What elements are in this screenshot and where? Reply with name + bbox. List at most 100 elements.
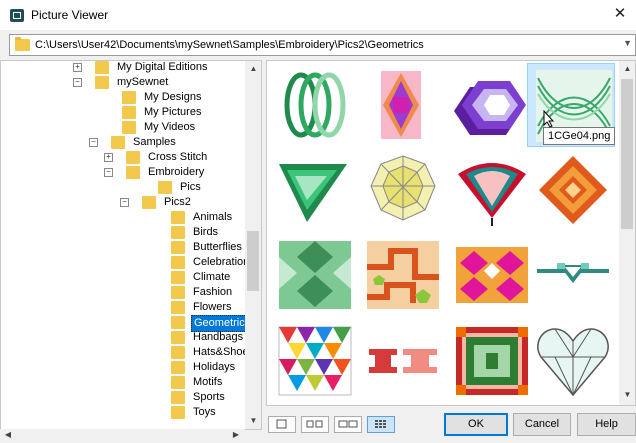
view-grid-button[interactable] — [367, 416, 395, 433]
scroll-down-arrow-icon[interactable]: ▼ — [245, 413, 261, 429]
tree-item-label: Embroidery — [148, 166, 205, 178]
folder-icon — [171, 406, 185, 419]
thumbnail[interactable] — [269, 148, 357, 232]
thumbnail[interactable] — [357, 63, 445, 147]
red-green-frame-icon — [456, 327, 528, 395]
folder-icon — [95, 76, 109, 89]
folder-icon — [171, 316, 185, 329]
orange-diamond-maze-icon — [539, 156, 607, 224]
folder-icon — [142, 196, 156, 209]
view-two-small-button[interactable] — [301, 416, 329, 433]
path-text: C:\Users\User42\Documents\mySewnet\Sampl… — [35, 39, 424, 51]
filename-tooltip: 1CGe04.png — [543, 127, 616, 145]
thumbnail[interactable] — [269, 63, 357, 147]
expand-icon[interactable]: + — [73, 63, 82, 72]
title-bar: Picture Viewer ✕ — [0, 0, 636, 30]
folder-icon — [171, 256, 185, 269]
folder-icon — [171, 391, 185, 404]
teal-arrow-motif-icon — [537, 263, 609, 283]
close-icon[interactable]: ✕ — [610, 4, 630, 24]
folder-icon — [126, 151, 140, 164]
folder-icon — [15, 37, 30, 51]
folder-icon — [95, 61, 109, 74]
green-chevron-icon — [279, 164, 347, 222]
scrollbar-thumb[interactable] — [247, 231, 259, 291]
collapse-icon[interactable]: − — [120, 198, 129, 207]
green-cube-pattern-icon — [279, 241, 351, 309]
folder-icon — [171, 301, 185, 314]
tree-item-label: My Digital Editions — [117, 61, 208, 73]
folder-icon — [122, 91, 136, 104]
ok-button[interactable]: OK — [444, 413, 508, 436]
red-fan-icon — [458, 163, 526, 226]
orange-zigzag-square-icon — [367, 241, 439, 309]
window-title: Picture Viewer — [31, 8, 109, 22]
folder-icon — [171, 331, 185, 344]
tree-item-label: Sports — [193, 391, 225, 403]
scroll-up-arrow-icon[interactable]: ▲ — [245, 61, 261, 77]
tree-item-label: Pics — [180, 181, 201, 193]
picture-viewer-app-icon — [10, 9, 24, 22]
thumbnail[interactable] — [527, 319, 615, 403]
folder-tree[interactable]: + My Digital Editions − mySewnet My Designs M… — [0, 60, 262, 430]
expand-icon[interactable]: + — [104, 153, 113, 162]
scroll-up-arrow-icon[interactable]: ▲ — [619, 61, 635, 77]
folder-icon — [171, 361, 185, 374]
view-single-button[interactable] — [268, 416, 296, 433]
tree-item-label: Samples — [133, 136, 176, 148]
thumbnail[interactable] — [357, 319, 445, 403]
folder-icon — [122, 121, 136, 134]
tree-item-label: Cross Stitch — [148, 151, 208, 163]
tree-item-label: Butterflies — [193, 241, 242, 253]
thumbnail[interactable] — [446, 319, 534, 403]
tree-item-label: Pics2 — [164, 196, 191, 208]
green-rings-icon — [284, 72, 346, 138]
tree-item-label: Motifs — [193, 376, 223, 388]
thumbnail[interactable] — [527, 233, 615, 317]
folder-icon — [171, 376, 185, 389]
chevron-down-icon[interactable]: ▼ — [623, 38, 632, 48]
collapse-icon[interactable]: − — [89, 138, 98, 147]
tree-item-label: My Designs — [144, 91, 202, 103]
tree-item-label: Animals — [193, 211, 233, 223]
scroll-down-arrow-icon[interactable]: ▼ — [619, 387, 635, 403]
pink-magenta-diamonds-icon — [456, 247, 528, 303]
thumbnail[interactable] — [269, 319, 357, 403]
folder-icon — [171, 286, 185, 299]
yellow-octagon-icon — [370, 155, 436, 221]
thumbnail[interactable] — [357, 148, 445, 232]
mouse-pointer-icon — [543, 110, 555, 128]
red-key-pattern-icon — [369, 349, 437, 373]
cancel-button[interactable]: Cancel — [513, 413, 571, 436]
folder-icon — [171, 271, 185, 284]
help-button[interactable]: Help — [577, 413, 636, 436]
collapse-icon[interactable]: − — [104, 168, 113, 177]
thumbnail[interactable] — [357, 233, 445, 317]
tree-item-label: Flowers — [193, 301, 232, 313]
thumbnail[interactable] — [446, 63, 534, 147]
tree-vertical-scrollbar[interactable]: ▲ ▼ — [245, 61, 261, 429]
collapse-icon[interactable]: − — [73, 78, 82, 87]
path-combobox[interactable]: C:\Users\User42\Documents\mySewnet\Sampl… — [9, 34, 636, 56]
purple-hexagons-icon — [454, 81, 526, 135]
tree-item-label: Fashion — [193, 286, 233, 298]
thumbnail[interactable] — [527, 148, 615, 232]
tree-item-label: Holidays — [193, 361, 236, 373]
tree-item-label: Birds — [193, 226, 219, 238]
view-two-large-button[interactable] — [334, 416, 362, 433]
pink-diamond-rectangle-icon — [381, 71, 421, 139]
folder-icon — [171, 226, 185, 239]
tree-horizontal-scrollbar[interactable]: ◀ ▶ — [0, 429, 245, 441]
thumbnail[interactable] — [446, 148, 534, 232]
tree-item-label: My Pictures — [144, 106, 202, 118]
grid-vertical-scrollbar[interactable]: ▲ ▼ — [619, 61, 635, 405]
folder-icon — [158, 181, 172, 194]
thumbnail[interactable] — [269, 233, 357, 317]
folder-icon — [111, 136, 125, 149]
scrollbar-thumb[interactable] — [621, 79, 633, 229]
multicolor-triangles-icon — [278, 326, 352, 396]
thumbnail-grid[interactable]: ▲ ▼ — [266, 60, 636, 406]
thumbnail[interactable] — [446, 233, 534, 317]
tree-item-label: Toys — [193, 406, 216, 418]
folder-icon — [171, 346, 185, 359]
